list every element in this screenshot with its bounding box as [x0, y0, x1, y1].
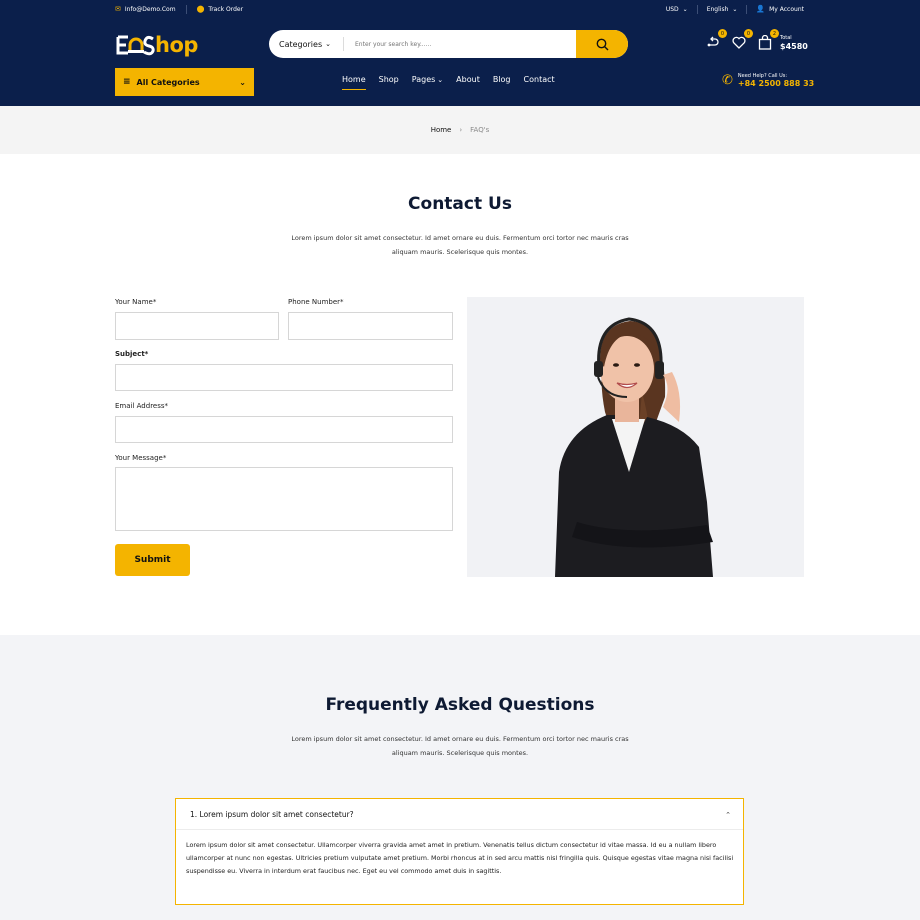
- cart-count-badge: 2: [770, 29, 779, 38]
- phone-icon: ✆: [722, 73, 733, 88]
- nav-home[interactable]: Home: [342, 75, 366, 90]
- all-categories-button[interactable]: ≡ All Categories ⌄: [115, 68, 254, 96]
- topbar-left: ✉ Info@Demo.Com ⬤ Track Order: [115, 5, 243, 14]
- help-contact[interactable]: ✆ Need Help? Call Us: +84 2500 888 33: [722, 73, 814, 88]
- chevron-down-icon: ⌄: [732, 6, 738, 13]
- faq-item: 1. Lorem ipsum dolor sit amet consectetu…: [175, 798, 744, 905]
- email-field[interactable]: [115, 416, 453, 443]
- currency-select[interactable]: USD ⌄: [666, 6, 688, 13]
- wishlist-count-badge: 0: [744, 29, 753, 38]
- header-icons: 0 0 2: [705, 29, 779, 50]
- user-icon: 👤: [756, 5, 766, 13]
- compare-icon: [707, 36, 719, 47]
- wishlist-button[interactable]: 0: [731, 29, 753, 50]
- topbar-right: USD ⌄ English ⌄ 👤 My Account: [666, 5, 804, 14]
- language-value: English: [706, 6, 729, 13]
- faq-question[interactable]: 1. Lorem ipsum dolor sit amet consectetu…: [190, 810, 354, 819]
- help-text: Need Help? Call Us: +84 2500 888 33: [738, 73, 814, 88]
- search-input[interactable]: [344, 30, 576, 58]
- nav-shop-label: Shop: [378, 75, 399, 84]
- nav-home-label: Home: [342, 75, 366, 84]
- chevron-right-icon: ›: [459, 126, 463, 134]
- search-category-select[interactable]: Categories ⌄: [269, 37, 344, 51]
- breadcrumb-home[interactable]: Home: [431, 126, 452, 134]
- search-icon: [596, 38, 608, 50]
- menu-icon: ≡: [123, 77, 131, 87]
- shopping-bag-icon: [758, 34, 772, 50]
- nav-about[interactable]: About: [456, 75, 480, 84]
- heart-icon: [732, 36, 746, 49]
- email-link[interactable]: ✉ Info@Demo.Com: [115, 5, 176, 14]
- chevron-up-icon[interactable]: ⌃: [725, 811, 731, 819]
- faq-title: Frequently Asked Questions: [325, 695, 595, 715]
- site-header: ✉ Info@Demo.Com ⬤ Track Order USD ⌄ Engl…: [0, 0, 920, 106]
- nav-contact[interactable]: Contact: [524, 75, 555, 84]
- nav-pages-label: Pages: [411, 75, 436, 84]
- message-label: Your Message*: [115, 454, 167, 462]
- divider: [696, 5, 698, 14]
- my-account-text: My Account: [769, 6, 804, 13]
- support-agent-image: [467, 297, 804, 577]
- divider: [185, 5, 187, 14]
- all-categories-label: All Categories: [136, 77, 200, 87]
- site-logo[interactable]: hop: [115, 32, 198, 58]
- name-field[interactable]: [115, 312, 279, 340]
- my-account-link[interactable]: 👤 My Account: [756, 5, 804, 14]
- subject-label: Subject*: [115, 350, 149, 358]
- phone-field[interactable]: [288, 312, 453, 340]
- name-label: Your Name*: [115, 298, 157, 306]
- nav-blog-label: Blog: [492, 75, 511, 84]
- divider: [746, 5, 748, 14]
- help-phone: +84 2500 888 33: [737, 79, 815, 88]
- contact-title: Contact Us: [408, 194, 512, 214]
- chevron-down-icon: ⌄: [239, 77, 246, 87]
- breadcrumb-current: FAQ's: [470, 126, 490, 134]
- search-category-value: Categories: [279, 39, 323, 49]
- divider: [176, 829, 743, 830]
- compare-button[interactable]: 0: [705, 29, 727, 50]
- search-button[interactable]: [576, 30, 628, 58]
- mail-icon: ✉: [115, 5, 121, 13]
- nav-pages[interactable]: Pages ⌄: [412, 75, 443, 84]
- location-pin-icon: ⬤: [196, 5, 205, 13]
- contact-description: Lorem ipsum dolor sit amet consectetur. …: [291, 234, 629, 256]
- language-select[interactable]: English ⌄: [707, 6, 738, 13]
- breadcrumb: Home › FAQ's: [0, 106, 920, 154]
- message-field[interactable]: [115, 467, 453, 531]
- faq-answer: Lorem ipsum dolor sit amet consectetur. …: [186, 841, 734, 875]
- logo-text: hop: [155, 32, 198, 57]
- track-order-text: Track Order: [208, 6, 244, 13]
- cart-total-amount: $4580: [780, 42, 808, 51]
- nav-about-label: About: [456, 75, 480, 84]
- subject-field[interactable]: [115, 364, 453, 391]
- compare-count-badge: 0: [718, 29, 727, 38]
- email-label: Email Address*: [115, 402, 169, 410]
- phone-label: Phone Number*: [288, 298, 344, 306]
- email-text: Info@Demo.Com: [124, 6, 176, 13]
- logo-mark-icon: [116, 35, 155, 56]
- search-bar: Categories ⌄: [269, 30, 628, 58]
- chevron-down-icon: ⌄: [437, 75, 444, 84]
- faq-description: Lorem ipsum dolor sit amet consectetur. …: [291, 735, 629, 757]
- chevron-down-icon: ⌄: [325, 40, 331, 48]
- currency-value: USD: [665, 6, 679, 13]
- nav-contact-label: Contact: [523, 75, 555, 84]
- cart-total-label: Total: [780, 35, 792, 41]
- main-nav: Home Shop Pages ⌄ About Blog Contact: [342, 75, 555, 90]
- nav-shop[interactable]: Shop: [379, 75, 399, 84]
- nav-blog[interactable]: Blog: [493, 75, 511, 84]
- cart-total[interactable]: Total $4580: [780, 35, 808, 51]
- support-agent-illustration: [555, 317, 713, 577]
- track-order-link[interactable]: ⬤ Track Order: [196, 5, 244, 14]
- cart-button[interactable]: 2: [757, 29, 779, 50]
- chevron-down-icon: ⌄: [682, 6, 688, 13]
- submit-button[interactable]: Submit: [115, 544, 190, 576]
